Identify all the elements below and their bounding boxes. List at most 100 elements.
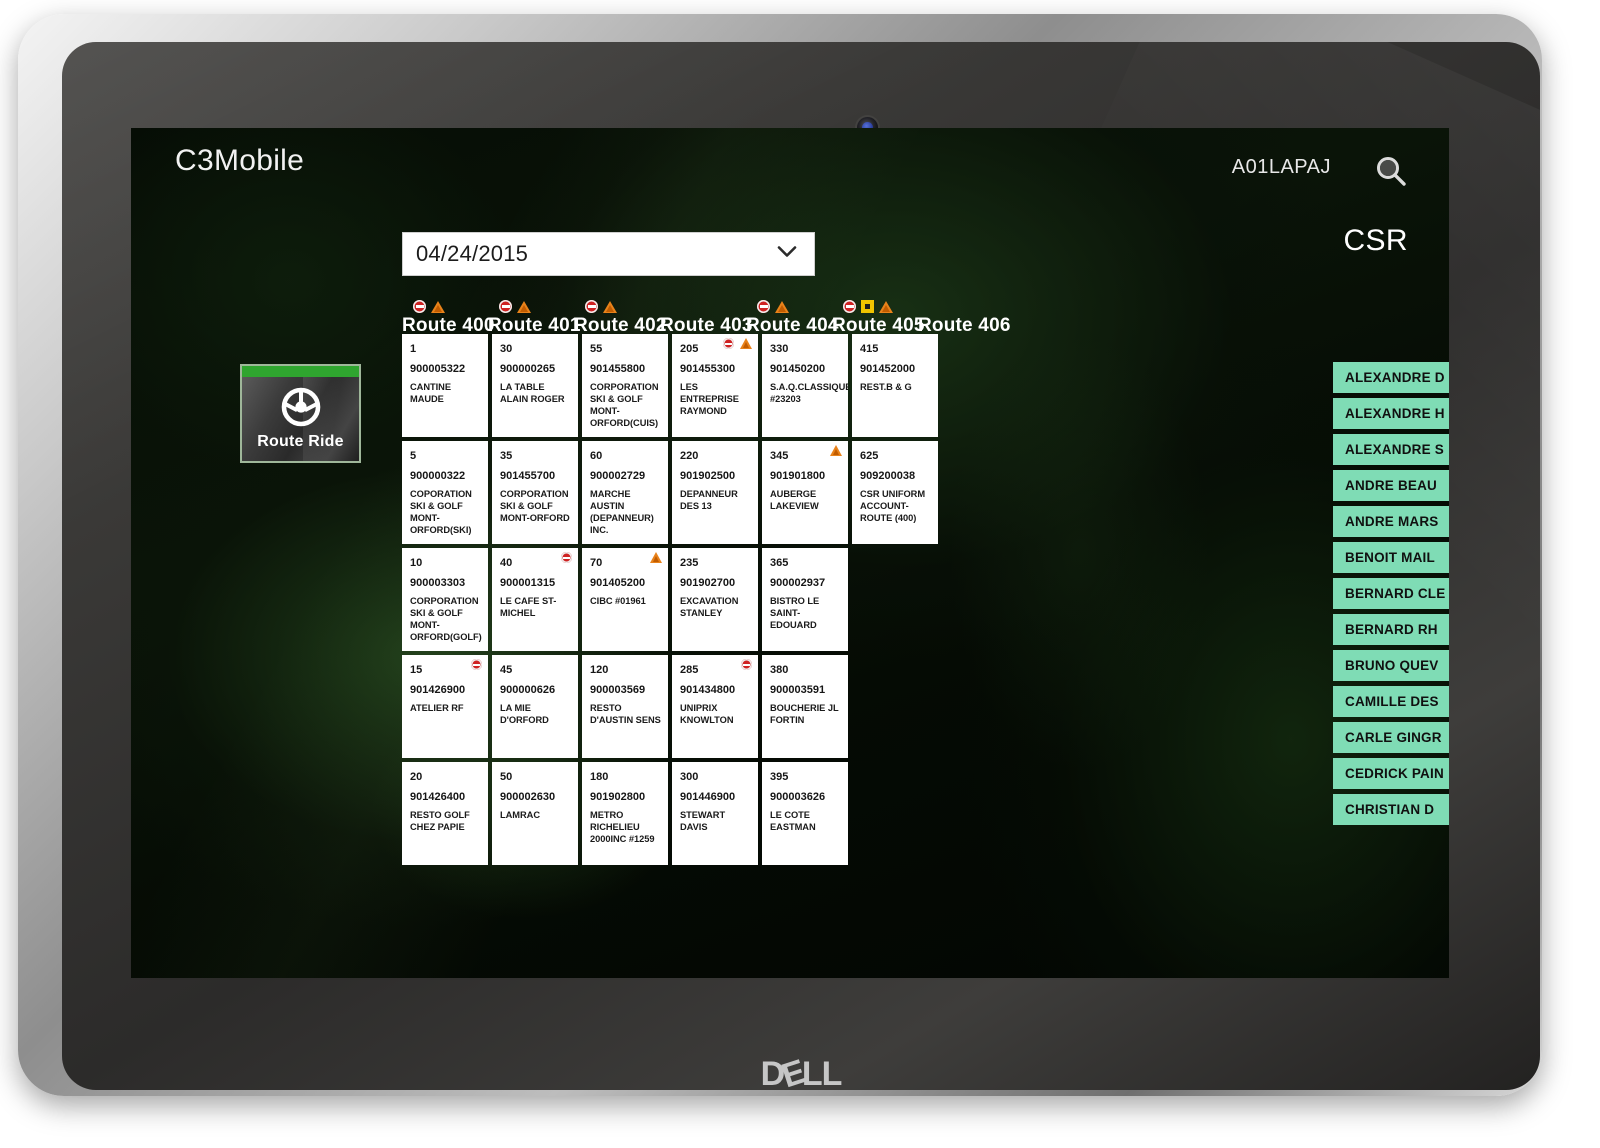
stop-cell[interactable]: 395 900003626 LE COTE EASTMAN [762,762,848,865]
stop-sequence: 300 [680,771,699,783]
stop-icon [843,300,856,313]
stop-cell[interactable]: 40 900001315 LE CAFE ST-MICHEL [492,548,578,651]
stop-sequence: 10 [410,557,423,569]
csr-panel-title: CSR [1343,224,1408,257]
stop-account-number: 900002937 [770,576,826,589]
yellow-square-icon [861,300,874,313]
stop-cell[interactable]: 35 901455700 CORPORATION SKI & GOLF MONT-O… [492,441,578,544]
stop-sequence: 5 [410,450,417,462]
stop-sequence: 625 [860,450,879,462]
stop-cell[interactable]: 10 900003303 CORPORATION SKI & GOLF MONT-O… [402,548,488,651]
stop-sequence: 35 [500,450,513,462]
stop-customer-name: CORPORATION SKI & GOLF MONT-ORFORD(CUIS) [590,382,659,428]
warning-triangle-icon [740,338,752,349]
stop-customer-name: LA TABLE ALAIN ROGER [500,382,565,405]
date-dropdown[interactable]: 04/24/2015 [402,232,815,276]
csr-list-item[interactable]: ANDRE BEAU [1333,470,1449,501]
stop-cell[interactable]: 345 901901800 AUBERGE LAKEVIEW [762,441,848,544]
stop-cell[interactable]: 60 900002729 MARCHE AUSTIN (DEPANNEUR) INC… [582,441,668,544]
stop-cell[interactable]: 625 909200038 CSR UNIFORM ACCOUNT- ROUTE (… [852,441,938,544]
route-header-route-401[interactable]: Route 401 [488,298,580,337]
stop-account-number: 900003626 [770,790,826,803]
stop-cell[interactable]: 380 900003591 BOUCHERIE JL FORTIN [762,655,848,758]
screenshot-root: DELL C3Mobile A01LAPAJ 04/24/2015 Route … [0,0,1600,1148]
stop-sequence: 235 [680,557,699,569]
csr-list-item[interactable]: CAMILLE DES [1333,686,1449,717]
stop-account-number: 901405200 [590,576,646,589]
route-header-route-402[interactable]: Route 402 [574,298,666,337]
stop-cell[interactable]: 205 901455300 LES ENTREPRISE RAYMOND [672,334,758,437]
stop-cell[interactable]: 120 900003569 RESTO D'AUSTIN SENS [582,655,668,758]
stop-cell[interactable]: 50 900002630 LAMRAC [492,762,578,865]
csr-list-item[interactable]: BERNARD CLE [1333,578,1449,609]
stop-account-number: 901455800 [590,362,646,375]
csr-list-item[interactable]: CHRISTIAN D [1333,794,1449,825]
stop-icon [723,338,734,349]
stop-sequence: 30 [500,343,513,355]
stop-cell[interactable]: 285 901434800 UNIPRIX KNOWLTON [672,655,758,758]
route-header-route-405[interactable]: Route 405 [832,298,924,337]
stop-cell[interactable]: 55 901455800 CORPORATION SKI & GOLF MONT-O… [582,334,668,437]
stop-icon [561,552,572,563]
stop-cell[interactable]: 70 901405200 CIBC #01961 [582,548,668,651]
stop-customer-name: LAMRAC [500,810,540,821]
route-ride-tile[interactable]: Route Ride [240,364,361,463]
csr-list-item[interactable]: ALEXANDRE S [1333,434,1449,465]
stop-customer-name: ATELIER RF [410,703,464,714]
stop-cell[interactable]: 330 901450200 S.A.Q.CLASSIQUE #23203 [762,334,848,437]
stop-account-number: 909200038 [860,469,916,482]
stop-customer-name: S.A.Q.CLASSIQUE #23203 [770,382,848,405]
stop-customer-name: METRO RICHELIEU 2000INC #1259 [590,810,655,845]
search-icon[interactable] [1371,154,1411,188]
stop-icon [471,659,482,670]
stop-cell[interactable]: 235 901902700 EXCAVATION STANLEY [672,548,758,651]
csr-list-item[interactable]: BENOIT MAIL [1333,542,1449,573]
stop-account-number: 900003591 [770,683,826,696]
route-header-route-400[interactable]: Route 400 [402,298,494,337]
stop-sequence: 1 [410,343,417,355]
empty-cell [852,762,938,865]
csr-list-item[interactable]: BERNARD RH [1333,614,1449,645]
csr-list-item[interactable]: BRUNO QUEV [1333,650,1449,681]
csr-list-item[interactable]: ALEXANDRE D [1333,362,1449,393]
stop-customer-name: RESTO GOLF CHEZ PAPIE [410,810,470,833]
stop-cell[interactable]: 45 900000626 LA MIE D'ORFORD [492,655,578,758]
stop-cell[interactable]: 415 901452000 REST.B & G [852,334,938,437]
stop-cell[interactable]: 180 901902800 METRO RICHELIEU 2000INC #125… [582,762,668,865]
csr-list-item[interactable]: CEDRICK PAIN [1333,758,1449,789]
stop-icon [741,659,752,670]
stop-icon [585,300,598,313]
route-header-route-403[interactable]: Route 403 [660,298,752,337]
stop-cell-icons [561,552,572,563]
route-header-icons [660,298,746,315]
empty-cell [852,548,938,651]
route-header-route-406[interactable]: Route 406 [918,298,1010,337]
stop-cell[interactable]: 365 900002937 BISTRO LE SAINT-EDOUARD [762,548,848,651]
csr-list-item[interactable]: ANDRE MARS [1333,506,1449,537]
stop-cell[interactable]: 30 900000265 LA TABLE ALAIN ROGER [492,334,578,437]
stop-cell[interactable]: 5 900000322 COPORATION SKI & GOLF MONT-ORF… [402,441,488,544]
dell-brand-logo: DELL [760,1052,843,1090]
stop-account-number: 900001315 [500,576,556,589]
user-id-label: A01LAPAJ [1231,156,1331,178]
stop-cell-icons [741,659,752,670]
stop-cell-icons [471,659,482,670]
stop-account-number: 901455700 [500,469,556,482]
stop-account-number: 901450200 [770,362,826,375]
route-ride-label: Route Ride [257,433,344,450]
stop-cell[interactable]: 220 901902500 DEPANNEUR DES 13 [672,441,758,544]
stop-account-number: 900000265 [500,362,556,375]
route-header-icons [746,298,832,315]
stop-customer-name: CORPORATION SKI & GOLF MONT-ORFORD [500,489,570,524]
csr-list-item[interactable]: CARLE GINGR [1333,722,1449,753]
stop-icon [499,300,512,313]
stop-cell[interactable]: 20 901426400 RESTO GOLF CHEZ PAPIE [402,762,488,865]
stop-account-number: 900003303 [410,576,466,589]
stop-cell[interactable]: 1 900005322 CANTINE MAUDE [402,334,488,437]
route-header-route-404[interactable]: Route 404 [746,298,838,337]
stop-cell[interactable]: 300 901446900 STEWART DAVIS [672,762,758,865]
csr-list-item[interactable]: ALEXANDRE H [1333,398,1449,429]
stop-cell[interactable]: 15 901426900 ATELIER RF [402,655,488,758]
stop-customer-name: UNIPRIX KNOWLTON [680,703,734,726]
warning-triangle-icon [517,300,531,313]
